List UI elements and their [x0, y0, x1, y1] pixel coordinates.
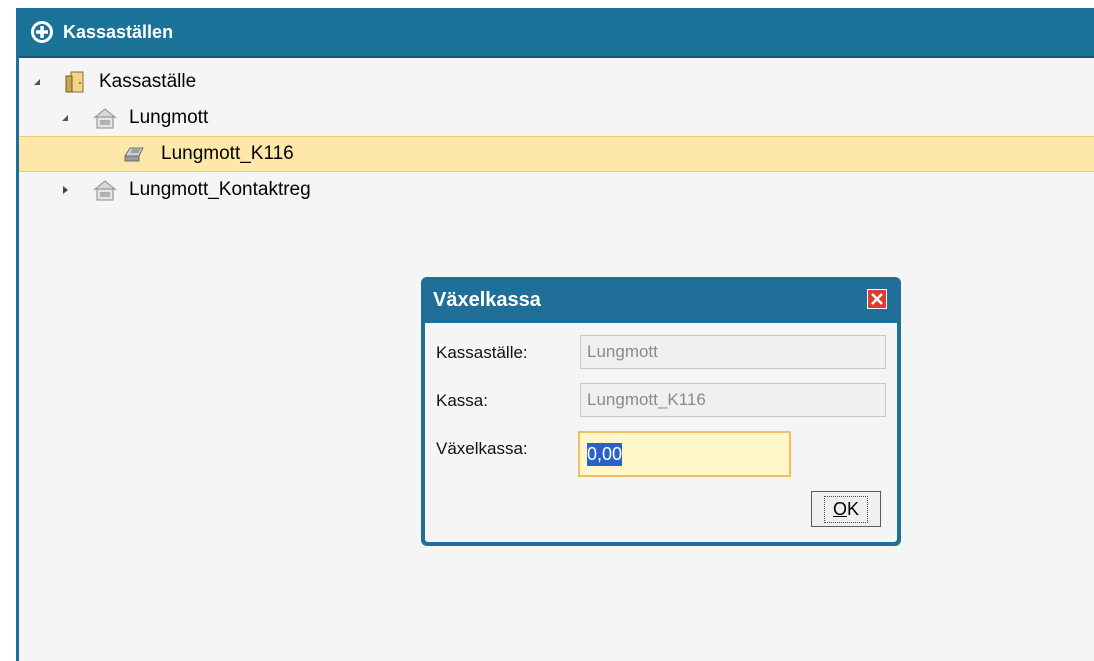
close-button[interactable]: [867, 289, 887, 309]
collapsed-triangle-icon[interactable]: [59, 184, 71, 196]
ok-label-rest: K: [847, 498, 860, 519]
tree-item-lungmott-k116[interactable]: Lungmott_K116: [19, 136, 1094, 172]
kassastalle-field: Lungmott: [580, 335, 886, 369]
tree-item-label: Lungmott_Kontaktreg: [129, 179, 311, 200]
tree-item-kassastalle[interactable]: Kassaställe: [19, 64, 1094, 100]
tree-item-lungmott-kontaktreg[interactable]: Lungmott_Kontaktreg: [19, 172, 1094, 208]
close-icon: [871, 293, 883, 305]
dialog-title: Växelkassa: [433, 288, 541, 311]
vaxelkassa-dialog: Växelkassa Kassaställe: Lungmott Kassa: …: [421, 277, 901, 546]
kassa-label: Kassa:: [436, 391, 488, 410]
plus-circle-icon[interactable]: [29, 19, 55, 45]
expand-triangle-icon[interactable]: [31, 76, 43, 88]
dialog-titlebar[interactable]: Växelkassa: [425, 277, 897, 323]
tree-item-label: Lungmott: [129, 107, 209, 128]
door-icon: [63, 70, 87, 94]
house-icon: [92, 106, 117, 130]
kassastalle-tree: Kassaställe Lungmott Lungmott_K116 Lungm…: [19, 64, 1094, 208]
ok-button[interactable]: OK: [811, 491, 881, 527]
tree-item-label: Lungmott_K116: [161, 143, 294, 164]
panel-title: Kassaställen: [63, 21, 174, 42]
vaxelkassa-label: Växelkassa:: [436, 439, 528, 458]
kassastalle-label: Kassaställe:: [436, 343, 528, 362]
expand-triangle-icon[interactable]: [59, 112, 71, 124]
panel-header: Kassaställen: [19, 8, 1094, 58]
vaxelkassa-input-value: 0,00: [587, 442, 623, 466]
cash-register-icon: [121, 142, 145, 166]
tree-item-label: Kassaställe: [99, 71, 197, 92]
house-icon: [92, 178, 117, 202]
ok-button-label: OK: [823, 495, 869, 523]
ok-mnemonic: O: [832, 498, 847, 519]
kassa-field: Lungmott_K116: [580, 383, 886, 417]
vaxelkassa-input[interactable]: 0,00: [578, 431, 791, 477]
tree-item-lungmott[interactable]: Lungmott: [19, 100, 1094, 136]
